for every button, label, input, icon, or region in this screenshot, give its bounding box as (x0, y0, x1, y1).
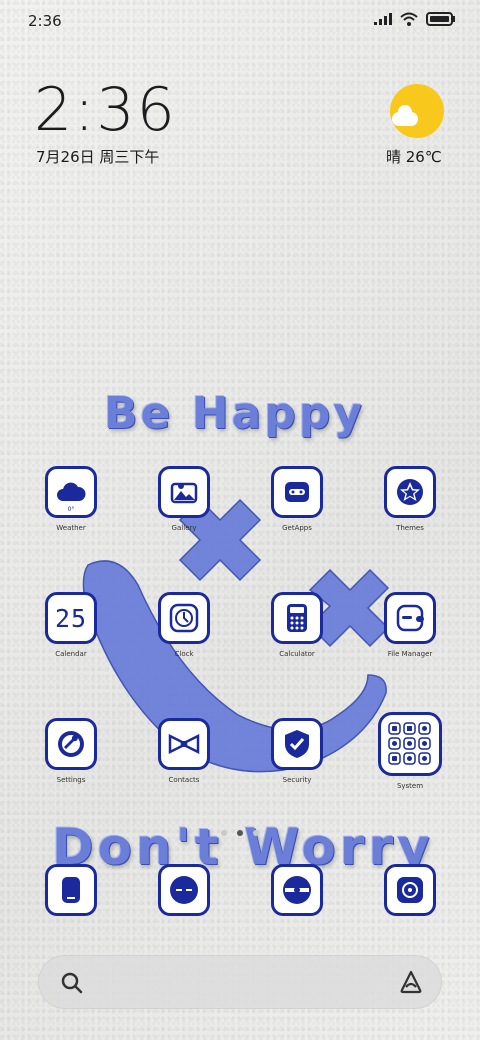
page-dot[interactable] (221, 830, 227, 836)
folder-grid-icon (378, 712, 442, 776)
clock-icon (158, 592, 210, 644)
gallery-icon (158, 466, 210, 518)
app-settings[interactable]: Settings (26, 718, 116, 784)
search-icon[interactable] (60, 971, 84, 995)
app-label: Themes (396, 524, 424, 532)
weather-summary: 晴 26℃ (386, 148, 442, 166)
app-calculator[interactable]: Calculator (252, 592, 342, 658)
phone-icon (45, 864, 97, 916)
page-dot[interactable] (253, 830, 259, 836)
messages-icon (158, 864, 210, 916)
battery-icon (426, 12, 455, 26)
app-label: Calendar (55, 650, 87, 658)
app-themes[interactable]: Themes (365, 466, 455, 532)
page-dot-active[interactable] (237, 830, 243, 836)
app-label: Security (282, 776, 312, 784)
app-label: Contacts (168, 776, 200, 784)
camera-icon (384, 864, 436, 916)
calculator-icon (271, 592, 323, 644)
weather-icon: 0° (45, 466, 97, 518)
dock-phone[interactable] (26, 864, 116, 916)
search-bar[interactable] (38, 955, 442, 1009)
app-calendar[interactable]: 25 Calendar (26, 592, 116, 658)
status-time: 2:36 (28, 12, 62, 30)
settings-wrench-icon (45, 718, 97, 770)
app-security[interactable]: Security (252, 718, 342, 784)
app-label: Gallery (171, 524, 197, 532)
app-label: Clock (174, 650, 194, 658)
weather-temp: 0° (67, 506, 75, 513)
app-clock[interactable]: Clock (139, 592, 229, 658)
app-label: Settings (56, 776, 86, 784)
wallpaper-text-top: Be Happy (104, 388, 365, 439)
app-label: File Manager (387, 650, 433, 658)
calendar-icon: 25 (45, 592, 97, 644)
page-indicator[interactable] (0, 830, 480, 836)
wifi-icon (400, 12, 418, 26)
app-label: GetApps (282, 524, 312, 532)
app-contacts[interactable]: Contacts (139, 718, 229, 784)
browser-icon (271, 864, 323, 916)
shield-check-icon (271, 718, 323, 770)
assistant-icon[interactable] (398, 969, 424, 995)
app-weather[interactable]: 0° Weather (26, 466, 116, 532)
status-icons (374, 12, 456, 26)
contacts-bow-icon (158, 718, 210, 770)
dock-camera[interactable] (365, 864, 455, 916)
getapps-icon (271, 466, 323, 518)
app-getapps[interactable]: GetApps (252, 466, 342, 532)
app-file-manager[interactable]: File Manager (365, 592, 455, 658)
dock-browser[interactable] (252, 864, 342, 916)
dock-messages[interactable] (139, 864, 229, 916)
signal-icon (374, 13, 392, 25)
app-system-folder[interactable]: System (365, 712, 455, 790)
weather-sunny-icon[interactable] (390, 84, 444, 138)
app-label: System (396, 782, 424, 790)
lock-date: 7月26日 周三下午 (36, 148, 160, 166)
lock-clock[interactable]: 2:36 (34, 80, 177, 140)
app-label: Weather (56, 524, 86, 532)
app-gallery[interactable]: Gallery (139, 466, 229, 532)
themes-icon (384, 466, 436, 518)
app-label: Calculator (279, 650, 315, 658)
folder-icon (384, 592, 436, 644)
status-bar: 2:36 (0, 0, 480, 44)
